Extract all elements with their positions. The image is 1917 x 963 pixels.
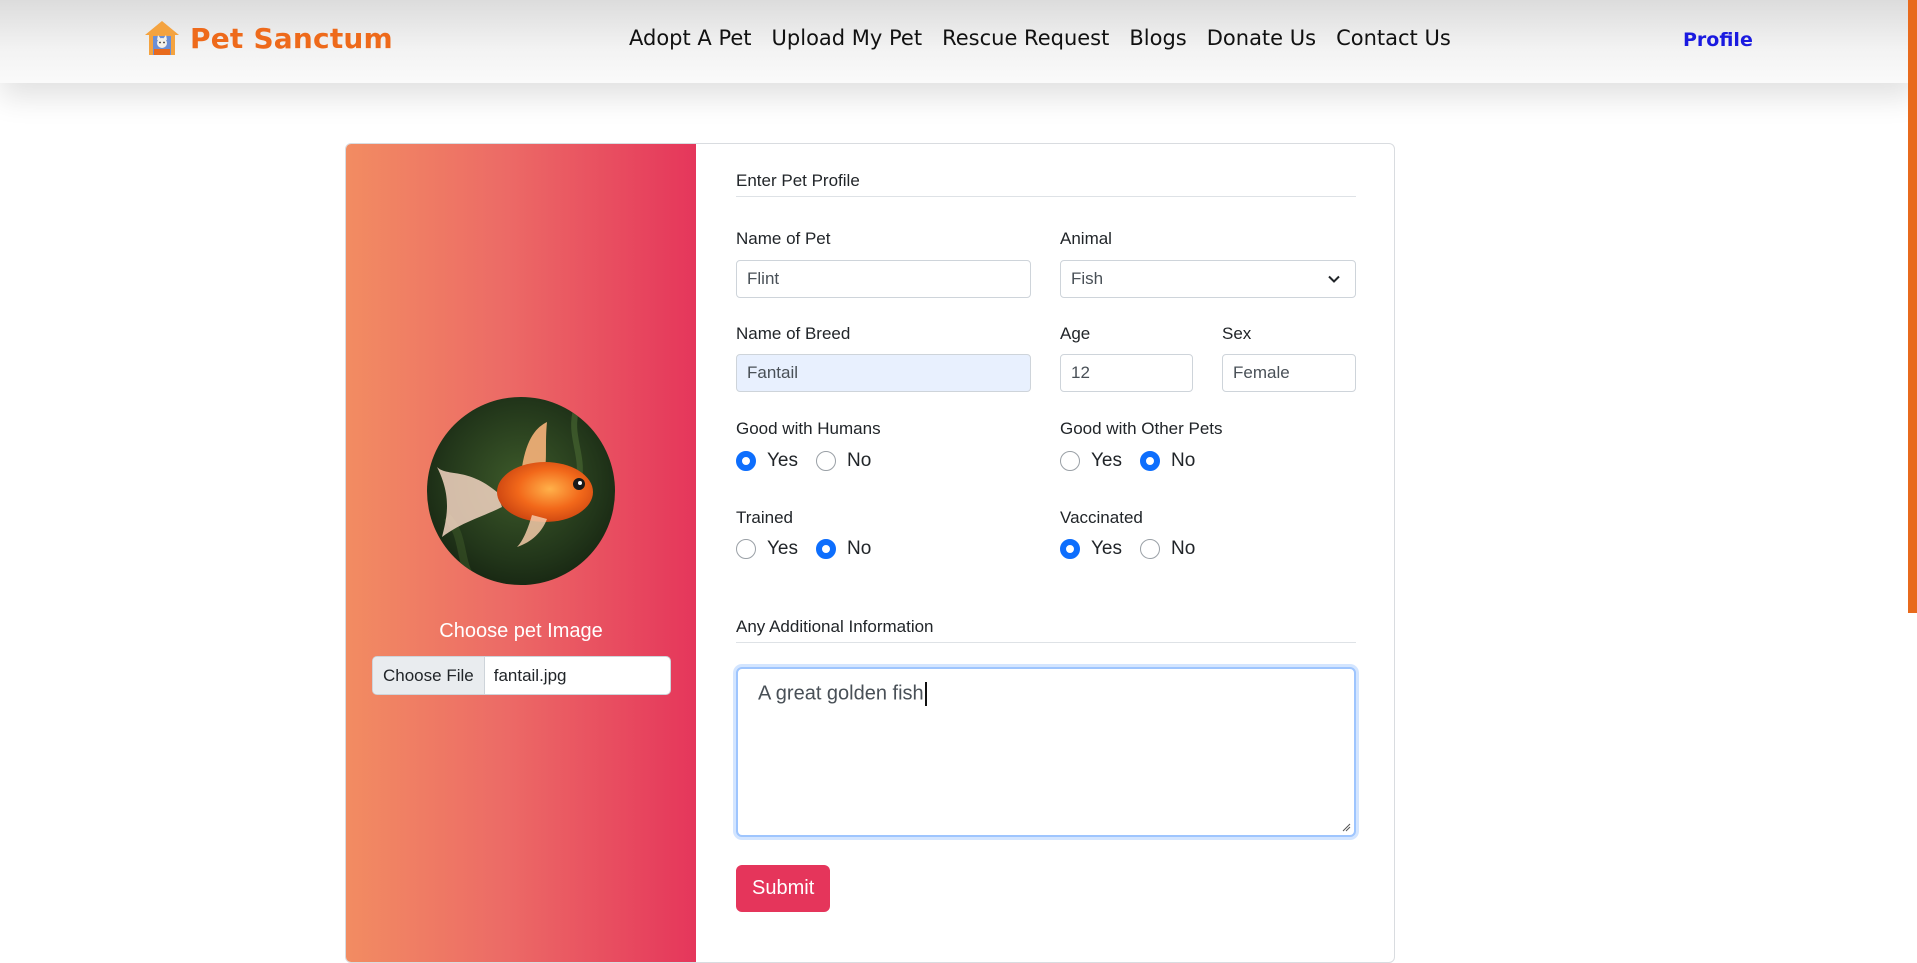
good-with-humans-no[interactable]: No xyxy=(816,450,871,472)
radio-button[interactable] xyxy=(1140,539,1160,559)
pet-name-value: Flint xyxy=(747,269,780,288)
radio-button-checked[interactable] xyxy=(816,539,836,559)
trained-no[interactable]: No xyxy=(816,538,871,560)
pet-image-file-input[interactable]: Choose File fantail.jpg xyxy=(372,656,671,695)
radio-button-checked[interactable] xyxy=(1060,539,1080,559)
trained-yes[interactable]: Yes xyxy=(736,538,798,560)
good-with-pets-label: Good with Other Pets xyxy=(1060,419,1223,438)
breed-label: Name of Breed xyxy=(736,324,851,343)
scrollbar-thumb[interactable] xyxy=(1908,0,1917,613)
radio-label-yes: Yes xyxy=(767,538,798,559)
vaccinated-no[interactable]: No xyxy=(1140,538,1195,560)
additional-info-textarea[interactable]: A great golden fish xyxy=(736,667,1356,837)
trained-radio-group: Yes No xyxy=(736,538,889,560)
animal-label: Animal xyxy=(1060,229,1112,248)
section-title-profile: Enter Pet Profile xyxy=(736,171,860,190)
radio-button-checked[interactable] xyxy=(1140,451,1160,471)
breed-value: Fantail xyxy=(747,363,799,382)
good-with-pets-yes[interactable]: Yes xyxy=(1060,450,1122,472)
submit-button[interactable]: Submit xyxy=(736,865,831,912)
goldfish-image xyxy=(427,397,615,585)
good-with-pets-no[interactable]: No xyxy=(1140,450,1195,472)
choose-image-label: Choose pet Image xyxy=(439,620,603,642)
nav-blogs[interactable]: Blogs xyxy=(1129,26,1186,50)
vaccinated-radio-group: Yes No xyxy=(1060,538,1213,560)
pet-profile-form: Enter Pet Profile Name of Pet Flint Anim… xyxy=(736,144,1356,962)
animal-select[interactable]: Fish xyxy=(1060,260,1356,298)
nav-links: Adopt A Pet Upload My Pet Rescue Request… xyxy=(629,26,1451,50)
section-divider xyxy=(736,196,1356,197)
nav-upload-my-pet[interactable]: Upload My Pet xyxy=(772,26,923,50)
good-with-humans-radio-group: Yes No xyxy=(736,450,889,472)
breed-input[interactable]: Fantail xyxy=(736,354,1031,392)
animal-selected-value: Fish xyxy=(1071,269,1104,288)
radio-button[interactable] xyxy=(1060,451,1080,471)
nav-donate-us[interactable]: Donate Us xyxy=(1207,26,1316,50)
age-label: Age xyxy=(1060,324,1091,343)
sex-label: Sex xyxy=(1222,324,1252,343)
vaccinated-label: Vaccinated xyxy=(1060,508,1143,527)
good-with-humans-label: Good with Humans xyxy=(736,419,881,438)
brand-name: Pet Sanctum xyxy=(190,21,393,55)
good-with-pets-radio-group: Yes No xyxy=(1060,450,1213,472)
pet-name-label: Name of Pet xyxy=(736,229,831,248)
vaccinated-yes[interactable]: Yes xyxy=(1060,538,1122,560)
radio-label-no: No xyxy=(1171,538,1196,559)
choose-file-button[interactable]: Choose File xyxy=(373,657,485,694)
radio-label-no: No xyxy=(847,538,872,559)
radio-label-yes: Yes xyxy=(1091,450,1122,471)
radio-button[interactable] xyxy=(816,451,836,471)
age-value: 12 xyxy=(1071,363,1090,382)
additional-info-value: A great golden fish xyxy=(758,682,924,705)
radio-label-yes: Yes xyxy=(1091,538,1122,559)
image-panel: Choose pet Image Choose File fantail.jpg xyxy=(346,144,696,962)
radio-button[interactable] xyxy=(736,539,756,559)
pet-house-logo-icon xyxy=(145,21,179,55)
nav-profile-link[interactable]: Profile xyxy=(1683,29,1753,51)
section-divider xyxy=(736,642,1356,643)
good-with-humans-yes[interactable]: Yes xyxy=(736,450,798,472)
radio-label-no: No xyxy=(1171,450,1196,471)
radio-button-checked[interactable] xyxy=(736,451,756,471)
radio-label-no: No xyxy=(847,450,872,471)
sex-input[interactable]: Female xyxy=(1222,354,1356,392)
pet-profile-card: Choose pet Image Choose File fantail.jpg… xyxy=(345,143,1395,963)
sex-value: Female xyxy=(1233,363,1290,382)
trained-label: Trained xyxy=(736,508,794,527)
resize-grip-icon[interactable] xyxy=(1341,822,1351,832)
pet-photo xyxy=(427,397,615,585)
selected-file-name: fantail.jpg xyxy=(493,665,567,685)
text-caret xyxy=(924,682,927,706)
radio-label-yes: Yes xyxy=(767,450,798,471)
chevron-down-icon xyxy=(1328,275,1340,283)
section-title-additional: Any Additional Information xyxy=(736,617,934,636)
nav-adopt-a-pet[interactable]: Adopt A Pet xyxy=(629,26,752,50)
nav-rescue-request[interactable]: Rescue Request xyxy=(942,26,1109,50)
pet-name-input[interactable]: Flint xyxy=(736,260,1031,298)
navbar: Pet Sanctum Adopt A Pet Upload My Pet Re… xyxy=(0,0,1917,83)
nav-contact-us[interactable]: Contact Us xyxy=(1336,26,1451,50)
age-input[interactable]: 12 xyxy=(1060,354,1193,392)
brand[interactable]: Pet Sanctum xyxy=(142,18,393,58)
